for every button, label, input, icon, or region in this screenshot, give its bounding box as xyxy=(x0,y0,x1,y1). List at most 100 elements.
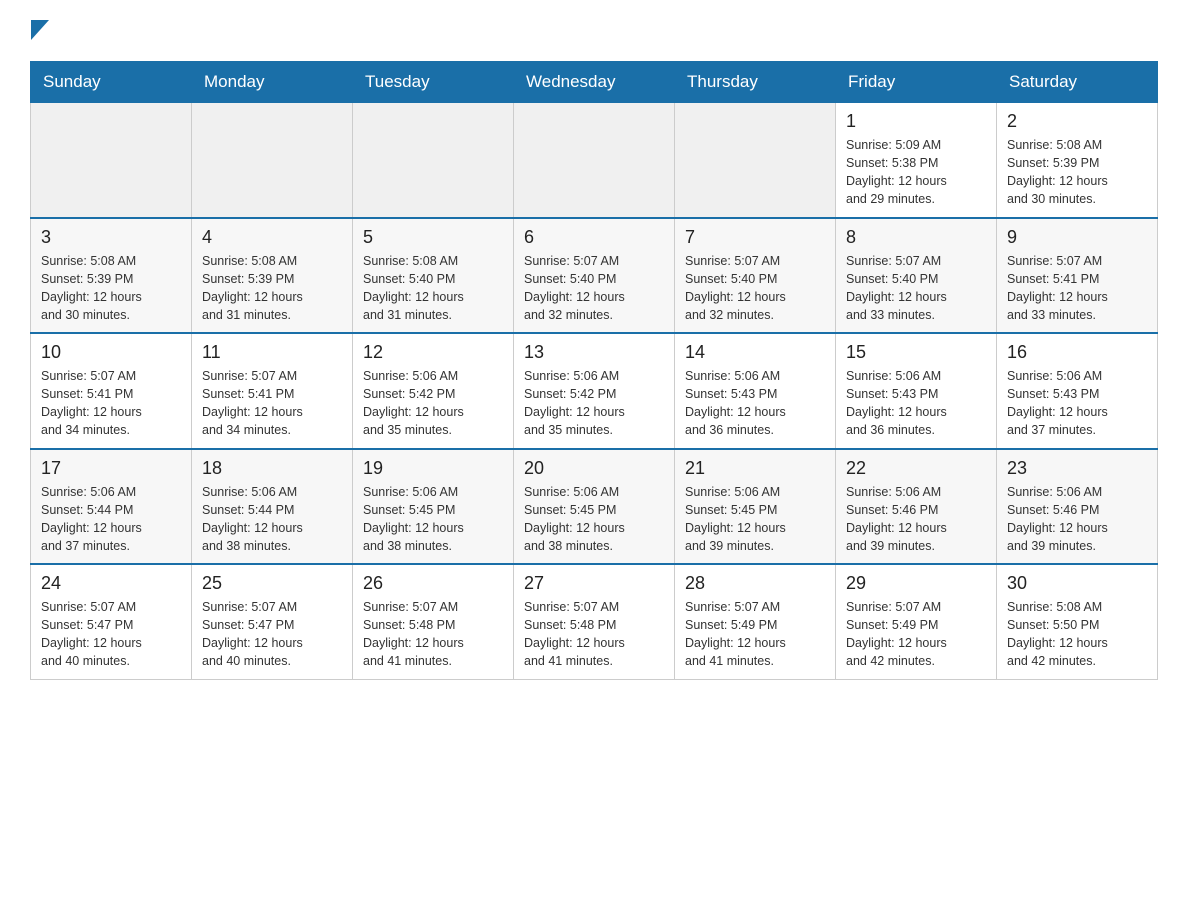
day-info: Sunrise: 5:07 AMSunset: 5:40 PMDaylight:… xyxy=(524,252,664,325)
calendar-cell: 18 Sunrise: 5:06 AMSunset: 5:44 PMDayligh… xyxy=(192,449,353,565)
calendar-cell: 5 Sunrise: 5:08 AMSunset: 5:40 PMDaylight… xyxy=(353,218,514,334)
day-number: 7 xyxy=(685,227,825,248)
calendar-cell: 22 Sunrise: 5:06 AMSunset: 5:46 PMDayligh… xyxy=(836,449,997,565)
calendar-cell: 12Sunrise: 5:06 AMSunset: 5:42 PMDayligh… xyxy=(353,333,514,449)
day-info: Sunrise: 5:06 AMSunset: 5:43 PMDaylight:… xyxy=(1007,367,1147,440)
day-number: 2 xyxy=(1007,111,1147,132)
day-of-week-header: Thursday xyxy=(675,62,836,103)
day-number: 5 xyxy=(363,227,503,248)
day-info: Sunrise: 5:06 AMSunset: 5:44 PMDaylight:… xyxy=(41,483,181,556)
day-number: 9 xyxy=(1007,227,1147,248)
calendar-cell xyxy=(192,103,353,218)
calendar-cell: 9 Sunrise: 5:07 AMSunset: 5:41 PMDaylight… xyxy=(997,218,1158,334)
day-number: 27 xyxy=(524,573,664,594)
day-info: Sunrise: 5:07 AMSunset: 5:48 PMDaylight:… xyxy=(524,598,664,671)
day-number: 14 xyxy=(685,342,825,363)
calendar-cell: 11 Sunrise: 5:07 AMSunset: 5:41 PMDayligh… xyxy=(192,333,353,449)
calendar-cell: 29 Sunrise: 5:07 AMSunset: 5:49 PMDayligh… xyxy=(836,564,997,679)
calendar-cell: 20 Sunrise: 5:06 AMSunset: 5:45 PMDayligh… xyxy=(514,449,675,565)
calendar-cell: 15 Sunrise: 5:06 AMSunset: 5:43 PMDayligh… xyxy=(836,333,997,449)
day-number: 28 xyxy=(685,573,825,594)
logo-arrow-icon xyxy=(31,20,49,45)
calendar-week-row: 3 Sunrise: 5:08 AMSunset: 5:39 PMDaylight… xyxy=(31,218,1158,334)
day-info: Sunrise: 5:06 AMSunset: 5:45 PMDaylight:… xyxy=(685,483,825,556)
day-number: 12 xyxy=(363,342,503,363)
day-info: Sunrise: 5:08 AMSunset: 5:39 PMDaylight:… xyxy=(202,252,342,325)
day-info: Sunrise: 5:08 AMSunset: 5:40 PMDaylight:… xyxy=(363,252,503,325)
day-number: 29 xyxy=(846,573,986,594)
calendar-cell: 3 Sunrise: 5:08 AMSunset: 5:39 PMDaylight… xyxy=(31,218,192,334)
day-number: 19 xyxy=(363,458,503,479)
day-info: Sunrise: 5:06 AMSunset: 5:44 PMDaylight:… xyxy=(202,483,342,556)
day-info: Sunrise: 5:07 AMSunset: 5:41 PMDaylight:… xyxy=(41,367,181,440)
day-number: 13 xyxy=(524,342,664,363)
day-of-week-header: Monday xyxy=(192,62,353,103)
day-info: Sunrise: 5:06 AMSunset: 5:45 PMDaylight:… xyxy=(524,483,664,556)
day-number: 22 xyxy=(846,458,986,479)
day-info: Sunrise: 5:06 AMSunset: 5:42 PMDaylight:… xyxy=(524,367,664,440)
day-info: Sunrise: 5:07 AMSunset: 5:40 PMDaylight:… xyxy=(685,252,825,325)
day-number: 1 xyxy=(846,111,986,132)
calendar-cell: 24 Sunrise: 5:07 AMSunset: 5:47 PMDayligh… xyxy=(31,564,192,679)
day-info: Sunrise: 5:06 AMSunset: 5:43 PMDaylight:… xyxy=(846,367,986,440)
calendar-cell: 19Sunrise: 5:06 AMSunset: 5:45 PMDayligh… xyxy=(353,449,514,565)
calendar-cell: 8 Sunrise: 5:07 AMSunset: 5:40 PMDaylight… xyxy=(836,218,997,334)
day-of-week-header: Wednesday xyxy=(514,62,675,103)
calendar-cell: 13 Sunrise: 5:06 AMSunset: 5:42 PMDayligh… xyxy=(514,333,675,449)
calendar-cell: 4 Sunrise: 5:08 AMSunset: 5:39 PMDaylight… xyxy=(192,218,353,334)
day-info: Sunrise: 5:07 AMSunset: 5:47 PMDaylight:… xyxy=(41,598,181,671)
day-number: 3 xyxy=(41,227,181,248)
calendar-week-row: 1Sunrise: 5:09 AMSunset: 5:38 PMDaylight… xyxy=(31,103,1158,218)
day-info: Sunrise: 5:07 AMSunset: 5:49 PMDaylight:… xyxy=(685,598,825,671)
logo xyxy=(30,20,49,41)
calendar-cell: 17 Sunrise: 5:06 AMSunset: 5:44 PMDayligh… xyxy=(31,449,192,565)
day-info: Sunrise: 5:07 AMSunset: 5:40 PMDaylight:… xyxy=(846,252,986,325)
day-number: 8 xyxy=(846,227,986,248)
day-number: 23 xyxy=(1007,458,1147,479)
calendar-cell: 30 Sunrise: 5:08 AMSunset: 5:50 PMDayligh… xyxy=(997,564,1158,679)
day-number: 17 xyxy=(41,458,181,479)
calendar-cell xyxy=(31,103,192,218)
day-info: Sunrise: 5:07 AMSunset: 5:47 PMDaylight:… xyxy=(202,598,342,671)
calendar-cell xyxy=(675,103,836,218)
day-info: Sunrise: 5:07 AMSunset: 5:41 PMDaylight:… xyxy=(202,367,342,440)
calendar-cell: 7 Sunrise: 5:07 AMSunset: 5:40 PMDaylight… xyxy=(675,218,836,334)
day-number: 30 xyxy=(1007,573,1147,594)
calendar-cell: 25Sunrise: 5:07 AMSunset: 5:47 PMDayligh… xyxy=(192,564,353,679)
day-info: Sunrise: 5:08 AMSunset: 5:50 PMDaylight:… xyxy=(1007,598,1147,671)
calendar-cell: 23 Sunrise: 5:06 AMSunset: 5:46 PMDayligh… xyxy=(997,449,1158,565)
day-number: 15 xyxy=(846,342,986,363)
day-info: Sunrise: 5:06 AMSunset: 5:46 PMDaylight:… xyxy=(846,483,986,556)
calendar-week-row: 24 Sunrise: 5:07 AMSunset: 5:47 PMDayligh… xyxy=(31,564,1158,679)
day-number: 10 xyxy=(41,342,181,363)
day-number: 21 xyxy=(685,458,825,479)
day-info: Sunrise: 5:08 AMSunset: 5:39 PMDaylight:… xyxy=(41,252,181,325)
day-info: Sunrise: 5:07 AMSunset: 5:41 PMDaylight:… xyxy=(1007,252,1147,325)
day-info: Sunrise: 5:08 AMSunset: 5:39 PMDaylight:… xyxy=(1007,136,1147,209)
calendar-header-row: SundayMondayTuesdayWednesdayThursdayFrid… xyxy=(31,62,1158,103)
calendar-week-row: 17 Sunrise: 5:06 AMSunset: 5:44 PMDayligh… xyxy=(31,449,1158,565)
day-of-week-header: Tuesday xyxy=(353,62,514,103)
calendar-cell: 28 Sunrise: 5:07 AMSunset: 5:49 PMDayligh… xyxy=(675,564,836,679)
calendar-cell: 14 Sunrise: 5:06 AMSunset: 5:43 PMDayligh… xyxy=(675,333,836,449)
calendar-cell: 27 Sunrise: 5:07 AMSunset: 5:48 PMDayligh… xyxy=(514,564,675,679)
calendar-cell: 6 Sunrise: 5:07 AMSunset: 5:40 PMDaylight… xyxy=(514,218,675,334)
calendar-cell: 1Sunrise: 5:09 AMSunset: 5:38 PMDaylight… xyxy=(836,103,997,218)
day-info: Sunrise: 5:07 AMSunset: 5:49 PMDaylight:… xyxy=(846,598,986,671)
calendar-cell: 10 Sunrise: 5:07 AMSunset: 5:41 PMDayligh… xyxy=(31,333,192,449)
day-number: 20 xyxy=(524,458,664,479)
day-info: Sunrise: 5:06 AMSunset: 5:46 PMDaylight:… xyxy=(1007,483,1147,556)
page-header xyxy=(30,20,1158,41)
calendar-week-row: 10 Sunrise: 5:07 AMSunset: 5:41 PMDayligh… xyxy=(31,333,1158,449)
day-number: 6 xyxy=(524,227,664,248)
day-number: 16 xyxy=(1007,342,1147,363)
day-number: 4 xyxy=(202,227,342,248)
day-number: 26 xyxy=(363,573,503,594)
day-info: Sunrise: 5:06 AMSunset: 5:43 PMDaylight:… xyxy=(685,367,825,440)
day-number: 18 xyxy=(202,458,342,479)
calendar-cell xyxy=(514,103,675,218)
day-number: 11 xyxy=(202,342,342,363)
calendar-table: SundayMondayTuesdayWednesdayThursdayFrid… xyxy=(30,61,1158,680)
calendar-cell: 2 Sunrise: 5:08 AMSunset: 5:39 PMDaylight… xyxy=(997,103,1158,218)
day-number: 24 xyxy=(41,573,181,594)
